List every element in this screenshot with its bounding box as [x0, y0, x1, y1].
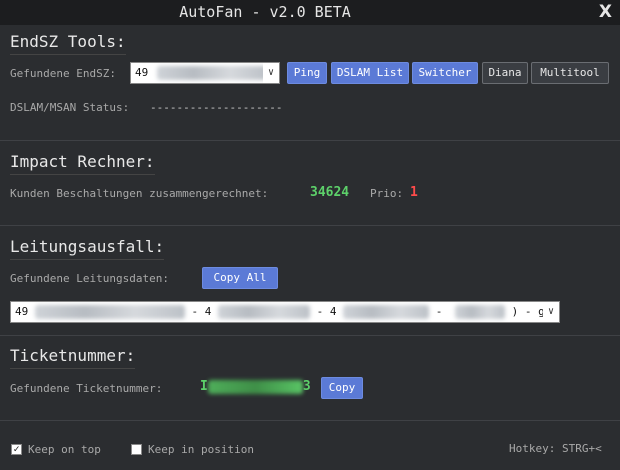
endsz-found-label: Gefundene EndSZ:	[10, 67, 116, 80]
leitung-sep2: - 4	[316, 305, 337, 318]
leitungsdaten-select[interactable]: 49 - 4 - 4 - ) - ge ∨	[10, 301, 560, 323]
close-icon[interactable]: X	[599, 2, 612, 22]
leitung-label: Gefundene Leitungsdaten:	[10, 272, 169, 285]
redacted-value	[343, 305, 430, 319]
impact-label: Kunden Beschaltungen zusammengerechnet:	[10, 187, 269, 200]
keep-on-top-label: Keep on top	[28, 443, 101, 456]
leitung-sep3: -	[435, 305, 443, 318]
keep-in-position-label: Keep in position	[148, 443, 254, 456]
redacted-value	[455, 305, 505, 319]
redacted-value	[156, 66, 267, 80]
leitung-section-title: Leitungsausfall:	[10, 237, 165, 260]
keep-on-top-checkbox[interactable]: ✓	[11, 444, 22, 455]
keep-in-position-checkbox[interactable]	[131, 444, 142, 455]
divider	[0, 140, 620, 141]
impact-value: 34624	[310, 185, 350, 200]
dslam-list-button[interactable]: DSLAM List	[331, 62, 409, 84]
ticket-label: Gefundene Ticketnummer:	[10, 382, 163, 395]
title-bar: AutoFan - v2.0 BETA X	[0, 0, 620, 25]
redacted-value	[218, 305, 310, 319]
endsz-select-value: 49	[135, 66, 149, 79]
prio-value: 1	[410, 185, 418, 200]
multitool-button[interactable]: Multitool	[531, 62, 609, 84]
endsz-select[interactable]: 49 ∨	[130, 62, 280, 84]
redacted-value	[207, 379, 303, 394]
ticket-section-title: Ticketnummer:	[10, 346, 136, 369]
divider	[0, 420, 620, 421]
ticket-value-end: 3	[302, 379, 311, 394]
endsz-section-title: EndSZ Tools:	[10, 32, 126, 55]
copy-ticket-button[interactable]: Copy	[321, 377, 363, 399]
prio-label: Prio:	[370, 187, 404, 200]
leitung-sep1: - 4	[191, 305, 212, 318]
ticket-value-start: I	[200, 379, 208, 394]
ping-button[interactable]: Ping	[287, 62, 327, 84]
window-title: AutoFan - v2.0 BETA	[179, 3, 351, 21]
hotkey-label: Hotkey: STRG+<	[509, 442, 602, 455]
switcher-button[interactable]: Switcher	[412, 62, 478, 84]
divider	[0, 335, 620, 336]
chevron-down-icon: ∨	[543, 302, 559, 322]
ticket-value: I3	[200, 379, 311, 394]
impact-section-title: Impact Rechner:	[10, 152, 155, 175]
dslam-status-label: DSLAM/MSAN Status:	[10, 101, 130, 114]
diana-button[interactable]: Diana	[482, 62, 528, 84]
chevron-down-icon: ∨	[263, 63, 279, 83]
redacted-value	[34, 305, 185, 319]
divider	[0, 225, 620, 226]
dslam-status-value: --------------------	[150, 101, 283, 114]
copy-all-button[interactable]: Copy All	[202, 267, 278, 289]
leitung-seg1: 49	[15, 305, 29, 318]
